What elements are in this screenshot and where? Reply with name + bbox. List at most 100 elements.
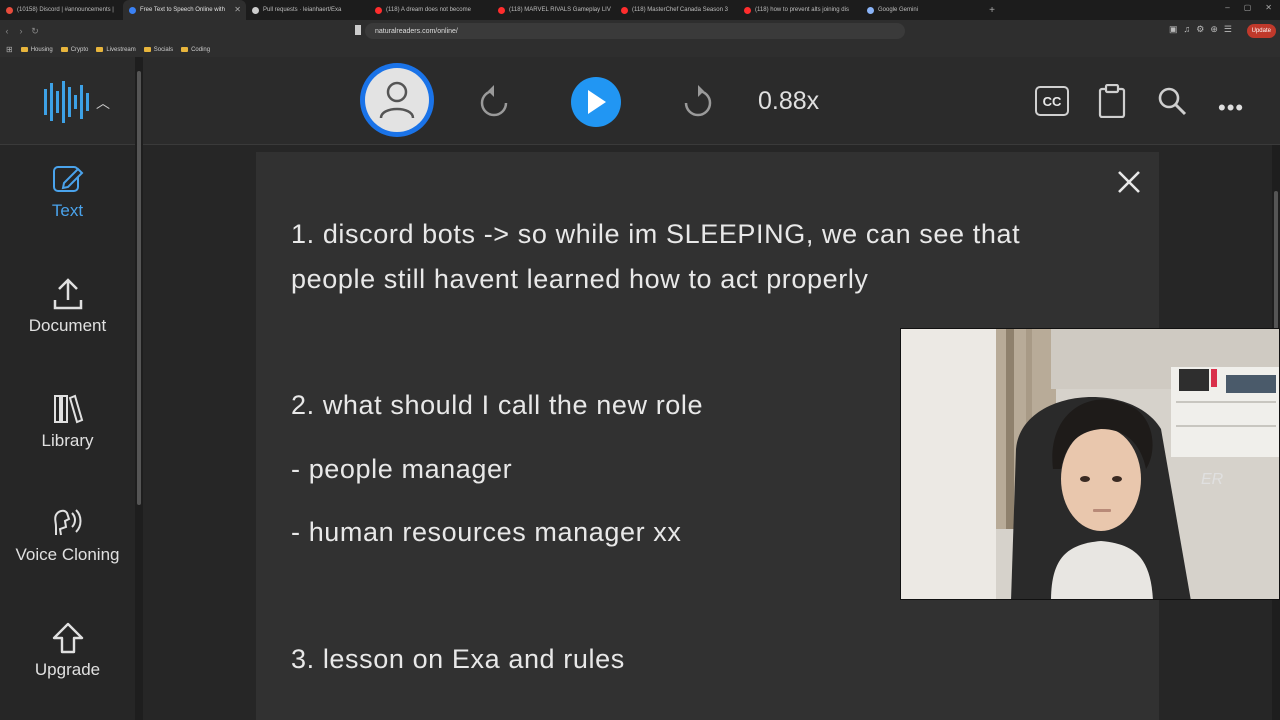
sidebar-item-label: Document [28,316,107,335]
tab-title: Free Text to Speech Online with [140,7,225,13]
sidebar-item-text[interactable]: Text [0,163,135,221]
folder-icon [60,47,68,52]
search-icon[interactable] [1156,85,1188,117]
gemini-icon [867,6,874,14]
user-icon [365,68,429,132]
chevron-up-icon[interactable]: ︿ [96,93,110,113]
folder-icon [96,47,104,52]
bookmark-label: Crypto [70,46,89,53]
extension-icon[interactable]: ⚙ [1196,24,1204,35]
extension-icon[interactable]: ▣ [1169,24,1178,35]
minimize-icon[interactable]: – [1225,3,1229,12]
more-options-icon[interactable]: ••• [1218,95,1244,121]
bookmark-folder[interactable]: Housing [20,46,53,53]
bookmark-folder[interactable]: Livestream [96,46,136,53]
rewind-icon[interactable] [478,83,510,119]
sidebar-item-document[interactable]: Document [0,278,135,336]
github-icon [252,6,259,14]
bookmark-icon[interactable] [355,25,361,35]
webcam-image: ER [901,329,1279,599]
browser-tabstrip: (10158) Discord | #announcements | Free … [0,0,1280,20]
bookmark-label: Socials [153,46,174,53]
browser-tab[interactable]: Google Gemini [861,0,984,20]
extension-icon[interactable]: ☰ [1224,24,1232,35]
close-tab-icon[interactable]: ✕ [234,5,241,14]
browser-tab-active[interactable]: Free Text to Speech Online with ✕ [123,0,246,20]
chair-logo-text: ER [1201,471,1224,488]
speed-control[interactable]: 0.88x [758,87,819,116]
bookmarks-bar: ⊞ Housing Crypto Livestream Socials Codi… [0,42,1280,57]
fast-forward-icon[interactable] [682,83,714,119]
scrollbar-thumb[interactable] [137,71,141,505]
browser-tab[interactable]: (118) MasterChef Canada Season 3 [615,0,738,20]
text-line: people still havent learned how to act p… [291,264,869,294]
edit-icon [52,166,83,192]
reload-icon[interactable]: ↻ [28,26,42,37]
play-button[interactable] [571,77,621,127]
youtube-icon [498,6,505,14]
bookmark-folder[interactable]: Socials [143,46,174,53]
webcam-overlay: ER [900,328,1280,600]
sidebar-item-label: Upgrade [34,660,101,679]
maximize-icon[interactable]: ▢ [1244,3,1252,12]
text-line: - people manager [291,454,513,484]
bookmark-label: Housing [30,46,53,53]
browser-tab[interactable]: (118) A dream does not become [369,0,492,20]
folder-icon [20,47,28,52]
youtube-icon [744,6,751,14]
url-input[interactable]: naturalreaders.com/online/ [365,23,905,39]
extension-icon[interactable]: ⊕ [1210,24,1218,35]
bookmark-label: Livestream [106,46,136,53]
url-text: naturalreaders.com/online/ [375,27,458,35]
sidebar-item-upgrade[interactable]: Upgrade [0,622,135,680]
library-icon [53,394,83,424]
text-line: 3. lesson on Exa and rules [291,644,625,674]
tab-title: (10158) Discord | #announcements | [17,7,114,13]
tab-title: (118) how to prevent alts joining dis [755,7,849,13]
sidebar-scrollbar[interactable] [135,57,143,720]
extension-icons: ▣ ♫ ⚙ ⊕ ☰ [1169,24,1232,35]
folder-icon [181,47,189,52]
extension-icon[interactable]: ♫ [1184,24,1191,35]
bookmark-folder[interactable]: Coding [181,47,210,53]
tab-title: (118) A dream does not become [386,7,471,13]
browser-tab[interactable]: Pull requests · leianhaert/Exa [246,0,369,20]
folder-icon [143,47,151,52]
play-icon [588,90,606,114]
voice-avatar-button[interactable] [360,63,434,137]
browser-tab[interactable]: (118) MARVEL RIVALS Gameplay LIV [492,0,615,20]
update-label: Update [1251,28,1271,34]
text-line: 1. discord bots -> so while im SLEEPING,… [291,219,1021,249]
close-icon[interactable] [1116,169,1142,195]
update-button[interactable]: Update [1246,24,1276,38]
window-controls: – ▢ ✕ [1225,3,1272,12]
new-tab-button[interactable]: + [984,5,1000,16]
sidebar-item-voice-cloning[interactable]: Voice Cloning [0,507,135,565]
close-window-icon[interactable]: ✕ [1265,3,1272,12]
browser-tab[interactable]: (118) how to prevent alts joining dis [738,0,861,20]
voice-clone-icon [53,509,81,536]
sidebar-item-label: Library [41,431,94,450]
player-toolbar: ︿ 0.88x CC ••• [0,57,1280,145]
tab-title: Pull requests · leianhaert/Exa [263,7,342,13]
sidebar-item-library[interactable]: Library [0,393,135,451]
captions-button[interactable]: CC [1035,86,1069,116]
youtube-icon [621,6,628,14]
address-bar-row: ‹ › ↻ naturalreaders.com/online/ ▣ ♫ ⚙ ⊕… [0,20,1280,42]
youtube-icon [375,6,382,14]
bookmark-folder[interactable]: Crypto [60,46,89,53]
apps-icon[interactable]: ⊞ [6,45,13,54]
clipboard-icon[interactable] [1098,84,1126,118]
tab-title: Google Gemini [878,7,919,13]
upload-icon [53,278,82,310]
sidebar-item-label: Text [51,201,84,220]
back-icon[interactable]: ‹ [0,26,14,36]
browser-tab[interactable]: (10158) Discord | #announcements | [0,0,123,20]
text-line: 2. what should I call the new role [291,390,704,420]
forward-icon[interactable]: › [14,26,28,36]
naturalreaders-logo-icon[interactable] [44,81,90,123]
tab-favicon-icon [6,6,13,14]
text-line: - human resources manager xx [291,517,682,547]
tab-title: (118) MARVEL RIVALS Gameplay LIV [509,7,611,13]
tab-favicon-icon [129,6,136,14]
